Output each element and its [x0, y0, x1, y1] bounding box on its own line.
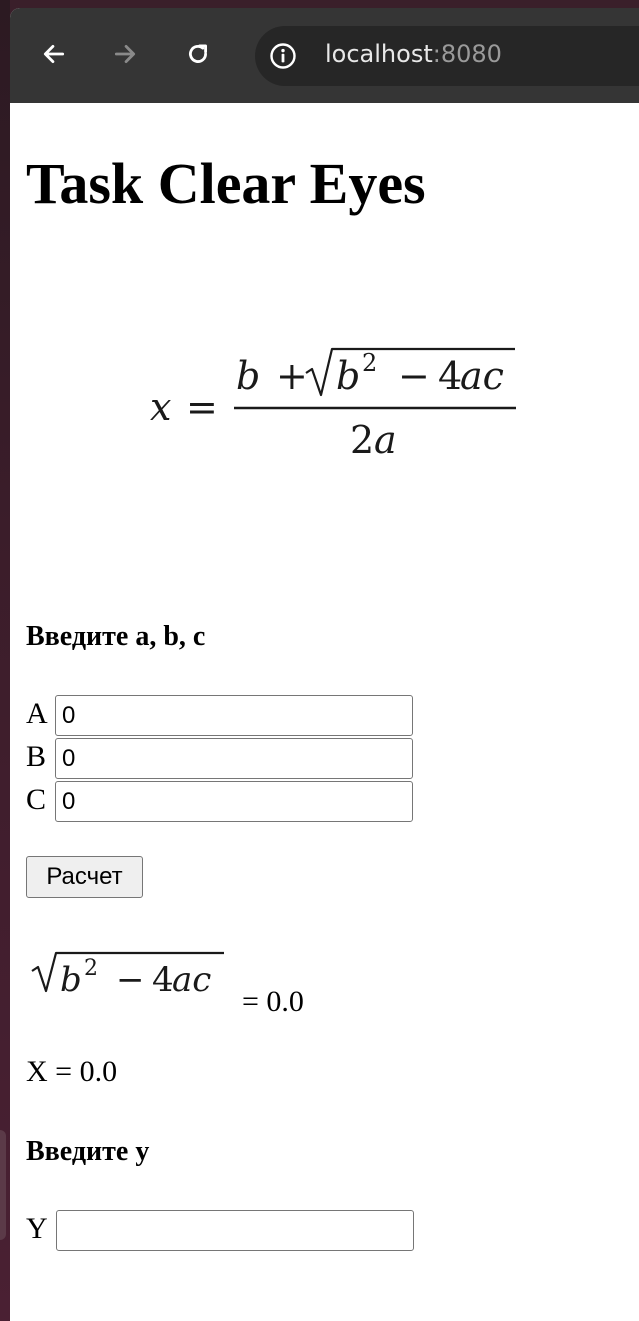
svg-text:b: b	[336, 354, 360, 398]
desktop-edge	[0, 0, 10, 1321]
field-label-c: C	[26, 783, 47, 816]
b-input[interactable]	[55, 738, 413, 779]
svg-text:=: =	[186, 385, 218, 429]
svg-text:b: b	[236, 354, 260, 398]
url-port: :8080	[432, 40, 502, 68]
forward-button[interactable]	[105, 34, 145, 74]
svg-text:−: −	[116, 960, 145, 1000]
discriminant-formula-image: b 2 − 4 ac	[31, 951, 224, 1000]
svg-text:a: a	[374, 418, 397, 462]
quadratic-formula-image: x = b + b 2 − 4 ac 2 a	[150, 347, 516, 462]
inputs-heading: Введите a, b, c	[26, 621, 206, 652]
c-input[interactable]	[55, 781, 413, 822]
y-input[interactable]	[56, 1210, 414, 1251]
url-host: localhost	[325, 40, 433, 68]
svg-text:2: 2	[84, 956, 98, 981]
arrow-left-icon	[43, 45, 65, 63]
url-text: localhost:8080	[325, 40, 502, 68]
address-bar[interactable]: localhost:8080	[255, 26, 639, 86]
reload-button[interactable]	[178, 34, 218, 74]
svg-text:2: 2	[362, 349, 377, 377]
browser-toolbar: localhost:8080	[10, 8, 639, 103]
arrow-right-icon	[114, 45, 136, 63]
field-label-b: B	[26, 740, 47, 773]
page-content: Task Clear Eyes x = b + b 2 − 4 ac 2 a В…	[10, 103, 639, 1321]
x-result: X = 0.0	[26, 1055, 118, 1088]
back-button[interactable]	[34, 34, 74, 74]
a-input[interactable]	[55, 695, 413, 736]
svg-text:2: 2	[350, 418, 374, 462]
svg-text:+: +	[276, 354, 308, 398]
svg-text:x: x	[150, 385, 171, 429]
y-heading: Введите y	[26, 1136, 150, 1167]
calculate-button[interactable]: Расчет	[26, 856, 143, 898]
discriminant-result: = 0.0	[242, 985, 304, 1018]
field-label-a: A	[26, 697, 48, 730]
page-title: Task Clear Eyes	[26, 151, 426, 216]
reload-icon	[189, 44, 207, 63]
svg-text:4: 4	[438, 354, 462, 398]
svg-text:ac: ac	[460, 354, 504, 398]
svg-text:b: b	[60, 960, 82, 1000]
field-label-y: Y	[26, 1212, 48, 1245]
svg-text:−: −	[398, 354, 430, 398]
browser-window: localhost:8080 Task Clear Eyes x = b + b…	[10, 8, 639, 1321]
svg-text:ac: ac	[172, 960, 211, 1000]
dock-handle	[0, 1130, 6, 1240]
svg-text:4: 4	[152, 960, 174, 1000]
info-icon[interactable]	[269, 42, 297, 70]
